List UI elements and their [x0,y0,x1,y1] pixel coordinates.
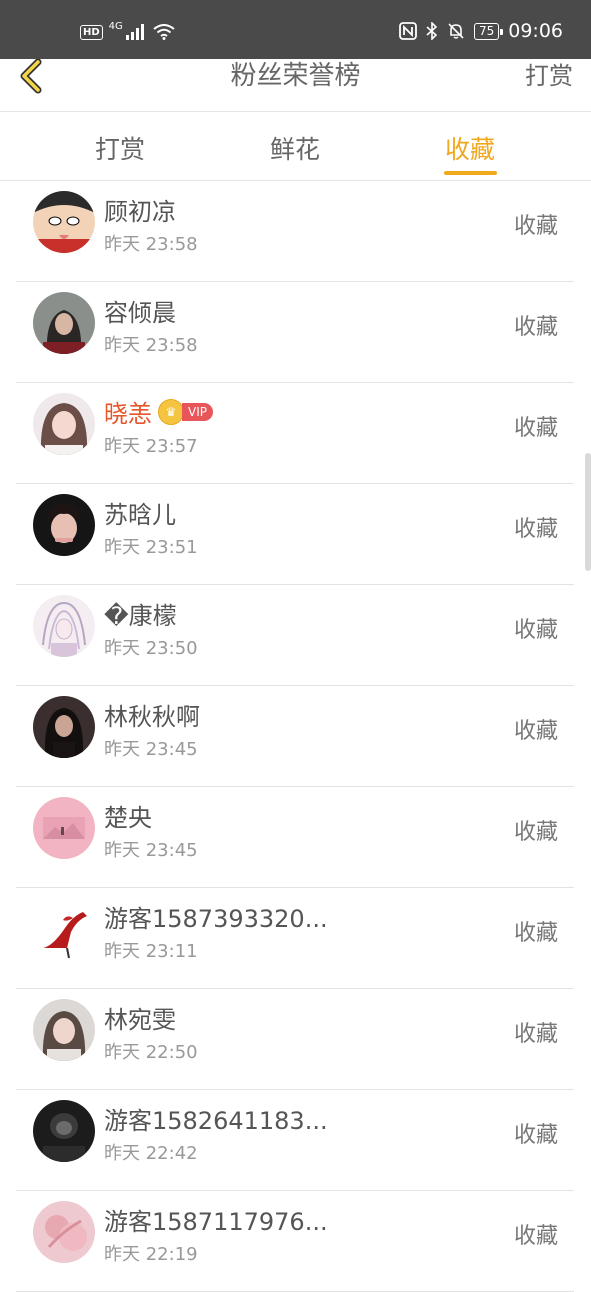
fan-name: 游客1582641183... [104,1107,328,1135]
fan-name: 林宛雯 [104,1006,176,1034]
status-bar: HD 4G 75 09:06 [0,0,591,59]
status-left: HD 4G [80,20,175,40]
tab-reward[interactable]: 打赏 [95,130,145,166]
scrollbar[interactable] [585,453,591,571]
fan-time: 昨天 22:19 [104,1244,198,1265]
tab-favorites[interactable]: 收藏 [445,130,495,166]
avatar [33,999,95,1061]
tab-flowers[interactable]: 鲜花 [270,130,320,166]
avatar [33,292,95,354]
hd-icon: HD [80,24,103,40]
action-label: 收藏 [513,315,558,340]
active-tab-indicator [444,171,497,175]
list-item[interactable]: 林宛雯 昨天 22:50 收藏 [16,989,574,1090]
fan-time: 昨天 23:58 [104,234,198,255]
action-label: 收藏 [513,719,558,744]
fan-time: 昨天 22:42 [104,1143,198,1164]
avatar [33,191,95,253]
avatar [33,898,95,960]
fan-time: 昨天 23:45 [104,840,198,861]
avatar [33,1100,95,1162]
fan-name: 容倾晨 [104,299,176,327]
battery-icon: 75 [473,22,504,40]
avatar [33,797,95,859]
list-item[interactable]: 晓恙 ♛ VIP 昨天 23:57 收藏 [16,383,574,484]
fan-name: �康檬 [104,602,177,630]
avatar [33,696,95,758]
action-label: 收藏 [513,618,558,643]
list-item[interactable]: 楚央 昨天 23:45 收藏 [16,787,574,888]
page-header: 粉丝荣誉榜 打赏 [0,58,591,112]
vip-label: VIP [182,403,213,421]
fan-time: 昨天 23:58 [104,335,198,356]
fan-time: 昨天 23:11 [104,941,198,962]
list-item[interactable]: 游客1582641183... 昨天 22:42 收藏 [16,1090,574,1191]
network-type: 4G [108,20,123,32]
action-label: 收藏 [513,214,558,239]
action-label: 收藏 [513,820,558,845]
action-label: 收藏 [513,1022,558,1047]
fan-name: 林秋秋啊 [104,703,200,731]
fan-time: 昨天 23:51 [104,537,198,558]
mute-bell-icon [448,23,464,39]
fan-time: 昨天 23:57 [104,436,198,457]
vip-badge: ♛ VIP [158,399,213,425]
avatar [33,595,95,657]
list-item[interactable]: 容倾晨 昨天 23:58 收藏 [16,282,574,383]
action-label: 收藏 [513,1224,558,1249]
clock: 09:06 [508,20,563,42]
avatar [33,1201,95,1263]
tab-bar: 打赏 鲜花 收藏 [0,112,591,181]
action-label: 收藏 [513,517,558,542]
signal-icon [125,24,144,40]
wifi-icon [153,24,175,40]
list-item[interactable]: 林秋秋啊 昨天 23:45 收藏 [16,686,574,787]
fan-name: 晓恙 [104,400,152,428]
crown-icon: ♛ [158,399,184,425]
action-label: 收藏 [513,1123,558,1148]
fan-name: 楚央 [104,804,152,832]
list-item[interactable]: 苏晗儿 昨天 23:51 收藏 [16,484,574,585]
list-item[interactable]: 游客1587393320... 昨天 23:11 收藏 [16,888,574,989]
avatar [33,494,95,556]
fan-name: 苏晗儿 [104,501,176,529]
avatar [33,393,95,455]
fan-name: 游客1587117976... [104,1208,328,1236]
nfc-icon [399,22,417,40]
page-title: 粉丝荣誉榜 [230,61,361,91]
fan-time: 昨天 23:45 [104,739,198,760]
fan-time: 昨天 22:50 [104,1042,198,1063]
fan-name: 顾初凉 [104,198,176,226]
fan-list: 顾初凉 昨天 23:58 收藏 容倾晨 昨天 23:58 收藏 晓恙 ♛ VIP… [0,181,591,1292]
reward-button[interactable]: 打赏 [525,59,573,93]
action-label: 收藏 [513,416,558,441]
list-item[interactable]: 游客1587117976... 昨天 22:19 收藏 [16,1191,574,1292]
fan-name: 游客1587393320... [104,905,328,933]
list-item[interactable]: �康檬 昨天 23:50 收藏 [16,585,574,686]
fan-time: 昨天 23:50 [104,638,198,659]
list-item[interactable]: 顾初凉 昨天 23:58 收藏 [16,181,574,282]
bluetooth-icon [426,22,438,40]
action-label: 收藏 [513,921,558,946]
status-right: 75 09:06 [399,20,563,42]
